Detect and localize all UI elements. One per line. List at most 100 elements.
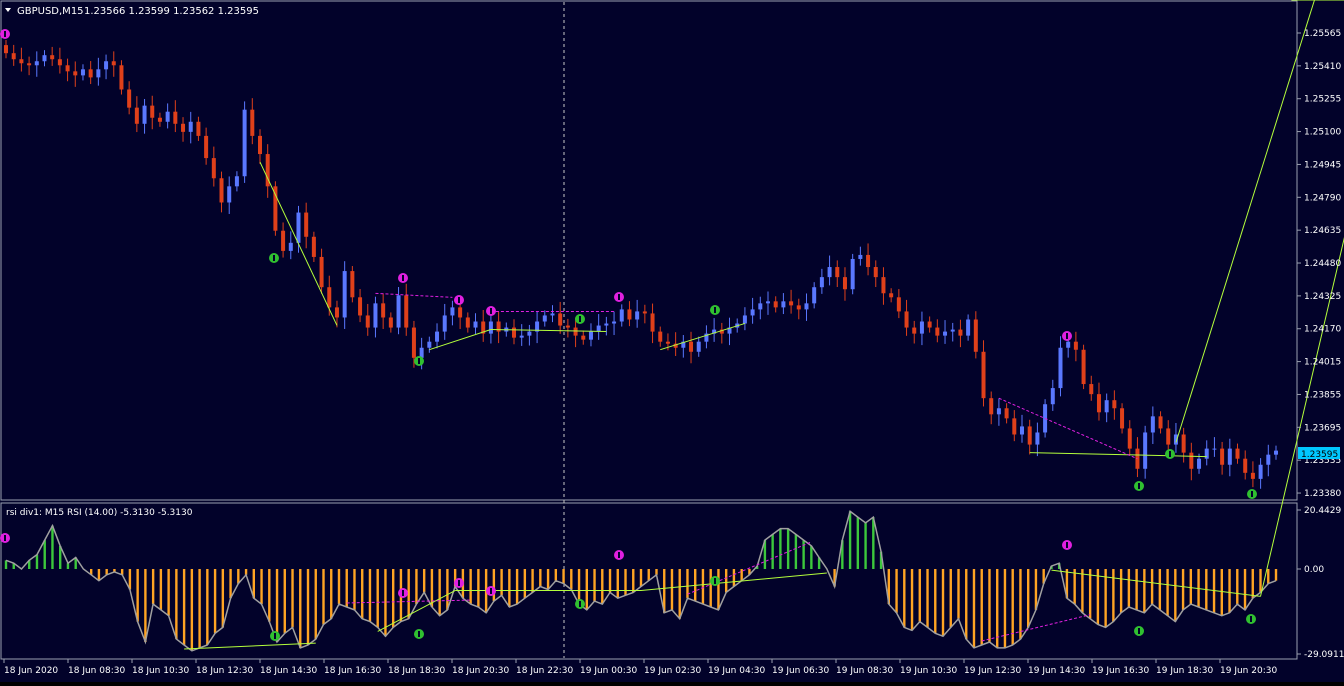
- candle-body: [1158, 416, 1163, 429]
- bullish-arrow-icon-mark: [1138, 483, 1140, 489]
- price-label: 1.23855: [1304, 390, 1341, 400]
- candle-body: [234, 176, 239, 187]
- price-label: 1.23695: [1304, 423, 1341, 433]
- candle-body: [989, 398, 994, 415]
- bullish-arrow-icon-mark: [579, 316, 581, 322]
- candle-body: [1166, 428, 1171, 445]
- candle-body: [773, 301, 778, 308]
- candle-body: [350, 271, 355, 298]
- rsi-bearish-divergence-line: [687, 541, 812, 595]
- candle-body: [258, 135, 262, 155]
- candle-body: [1089, 384, 1094, 395]
- candle-body: [311, 236, 316, 257]
- candle-body: [1127, 428, 1132, 449]
- candle-body: [827, 267, 832, 278]
- candle-body: [627, 309, 632, 320]
- candle-body: [689, 341, 694, 352]
- candle-body: [766, 301, 770, 304]
- bullish-divergence-line: [660, 322, 746, 351]
- candle-body: [558, 313, 563, 326]
- indicator-label: 20.4429: [1304, 506, 1341, 516]
- candle-body: [242, 109, 247, 177]
- candle-body: [111, 61, 116, 66]
- bearish-arrow-icon-mark: [402, 275, 404, 281]
- time-label: 19 Jun 02:30: [644, 666, 701, 676]
- candle-body: [435, 331, 440, 342]
- time-label: 19 Jun 12:30: [964, 666, 1021, 676]
- candle-body: [250, 109, 255, 136]
- candle-body: [427, 341, 432, 348]
- bearish-arrow-icon-mark: [4, 31, 6, 37]
- rsi-bearish-arrow-icon-mark: [490, 588, 492, 594]
- candle-body: [1258, 464, 1263, 479]
- time-label: 19 Jun 18:30: [1156, 666, 1213, 676]
- candle-body: [1027, 426, 1032, 445]
- candle-body: [396, 295, 401, 328]
- candle-body: [796, 305, 801, 310]
- candle-body: [966, 319, 971, 336]
- time-axis: 18 Jun 2020 18 Jun 08:30 18 Jun 10:30 18 Ju…: [3, 659, 1277, 676]
- time-label: 19 Jun 16:30: [1092, 666, 1149, 676]
- candle-body: [873, 267, 878, 278]
- candle-body: [296, 212, 301, 243]
- indicator-label: 0.00: [1304, 565, 1324, 575]
- candle-body: [658, 331, 663, 342]
- candle-body: [119, 65, 124, 90]
- ohlc-values: 1.23566 1.23599 1.23562 1.23595: [84, 6, 259, 17]
- candle-body: [73, 71, 78, 76]
- candle-body: [1220, 448, 1225, 465]
- time-label: 19 Jun 14:30: [1028, 666, 1085, 676]
- price-label: 1.24015: [1304, 358, 1341, 368]
- time-label: 18 Jun 14:30: [260, 666, 317, 676]
- candle-body: [373, 303, 378, 328]
- candle-body: [512, 327, 516, 338]
- time-label: 18 Jun 2020: [4, 666, 58, 676]
- candle-body: [542, 315, 547, 322]
- candle-body: [912, 327, 917, 334]
- candle-body: [50, 55, 55, 60]
- candle-body: [758, 303, 763, 310]
- candle-body: [1066, 341, 1071, 348]
- candle-body: [1096, 394, 1101, 413]
- candle-body: [889, 293, 894, 298]
- candle-body: [665, 341, 670, 344]
- bullish-arrow-icon-mark: [1251, 491, 1253, 497]
- candle-body: [573, 327, 578, 336]
- rsi-bullish-arrow-icon-mark: [1138, 628, 1140, 634]
- candle-body: [973, 319, 978, 352]
- candle-body: [150, 105, 155, 118]
- candle-body: [565, 325, 570, 328]
- price-label: 1.25410: [1304, 62, 1341, 72]
- candle-body: [950, 329, 955, 332]
- dropdown-triangle-icon[interactable]: [5, 8, 11, 12]
- rsi-bullish-arrow-icon-mark: [418, 631, 420, 637]
- candle-body: [88, 69, 93, 78]
- chart-canvas[interactable]: GBPUSD,M15 1.23566 1.23599 1.23562 1.235…: [0, 0, 1344, 682]
- time-label: 19 Jun 04:30: [708, 666, 765, 676]
- candle-body: [650, 313, 655, 332]
- rsi-bearish-arrow-icon-mark: [402, 590, 404, 596]
- candle-body: [157, 117, 162, 122]
- bullish-arrow-icon-mark: [418, 358, 420, 364]
- candle-body: [411, 327, 416, 358]
- candle-body: [142, 105, 147, 124]
- candle-body: [342, 271, 347, 318]
- bullish-divergence-line: [259, 161, 338, 326]
- candle-body: [365, 315, 370, 328]
- candle-body: [327, 287, 332, 308]
- candle-body: [1104, 400, 1109, 413]
- bearish-arrow-icon-mark: [458, 297, 460, 303]
- candle-body: [204, 135, 209, 159]
- bullish-arrow-icon-mark: [273, 255, 275, 261]
- rsi-bearish-arrow-icon-mark: [458, 580, 460, 586]
- candle-body: [27, 63, 32, 66]
- candle-body: [465, 317, 470, 328]
- candle-body: [473, 321, 478, 328]
- candle-body: [1212, 448, 1217, 450]
- candle-body: [835, 267, 840, 278]
- candle-body: [866, 254, 871, 268]
- time-label: 18 Jun 20:30: [452, 666, 509, 676]
- bearish-arrow-icon-mark: [490, 308, 492, 314]
- candle-body: [42, 55, 47, 62]
- candle-body: [519, 335, 524, 338]
